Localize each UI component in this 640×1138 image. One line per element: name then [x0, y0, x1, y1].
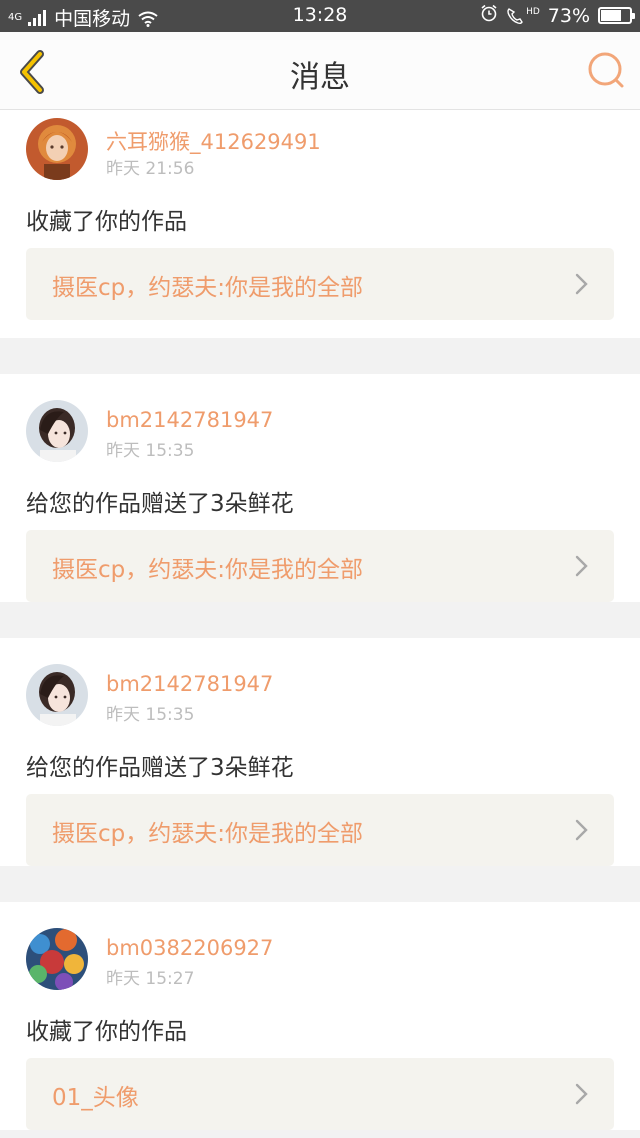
action-text: 给您的作品赠送了3朵鲜花	[26, 491, 294, 517]
chevron-right-icon	[574, 1082, 590, 1106]
work-title: 摄医cp，约瑟夫:你是我的全部	[52, 821, 363, 847]
message-card: bm2142781947 昨天 15:35 给您的作品赠送了3朵鲜花 摄医cp，…	[0, 374, 640, 602]
chevron-right-icon	[574, 272, 590, 296]
message-card: bm2142781947 昨天 15:35 给您的作品赠送了3朵鲜花 摄医cp，…	[0, 638, 640, 866]
avatar[interactable]	[26, 400, 88, 462]
avatar[interactable]	[26, 928, 88, 990]
timestamp: 昨天 15:27	[106, 969, 195, 989]
timestamp: 昨天 21:56	[106, 159, 195, 179]
chevron-right-icon	[574, 818, 590, 842]
status-right: HD 73%	[480, 4, 635, 27]
action-text: 给您的作品赠送了3朵鲜花	[26, 755, 294, 781]
timestamp: 昨天 15:35	[106, 441, 195, 461]
work-title: 01_头像	[52, 1085, 139, 1111]
chevron-right-icon	[574, 554, 590, 578]
avatar[interactable]	[26, 118, 88, 180]
work-link[interactable]: 摄医cp，约瑟夫:你是我的全部	[26, 248, 614, 320]
work-link[interactable]: 01_头像	[26, 1058, 614, 1130]
battery-percent: 73%	[547, 4, 590, 27]
search-button[interactable]	[586, 50, 626, 90]
message-card: 六耳猕猴_412629491 昨天 21:56 收藏了你的作品 摄医cp，约瑟夫…	[0, 110, 640, 338]
action-text: 收藏了你的作品	[26, 209, 187, 235]
status-bar: 4G 中国移动 13:28 HD 73%	[0, 0, 640, 32]
username[interactable]: bm2142781947	[106, 672, 273, 696]
action-text: 收藏了你的作品	[26, 1019, 187, 1045]
alarm-icon	[480, 4, 498, 27]
nav-header: 消息	[0, 32, 640, 110]
timestamp: 昨天 15:35	[106, 705, 195, 725]
search-icon	[586, 52, 626, 94]
work-title: 摄医cp，约瑟夫:你是我的全部	[52, 275, 363, 301]
work-link[interactable]: 摄医cp，约瑟夫:你是我的全部	[26, 794, 614, 866]
hd-label: HD	[526, 6, 540, 17]
work-link[interactable]: 摄医cp，约瑟夫:你是我的全部	[26, 530, 614, 602]
work-title: 摄医cp，约瑟夫:你是我的全部	[52, 557, 363, 583]
hd-call-icon: HD	[506, 7, 540, 25]
battery-icon	[598, 7, 635, 24]
avatar[interactable]	[26, 664, 88, 726]
message-list[interactable]: 六耳猕猴_412629491 昨天 21:56 收藏了你的作品 摄医cp，约瑟夫…	[0, 110, 640, 1130]
username[interactable]: bm0382206927	[106, 936, 273, 960]
username[interactable]: bm2142781947	[106, 408, 273, 432]
message-card: bm0382206927 昨天 15:27 收藏了你的作品 01_头像	[0, 902, 640, 1130]
battery-fill	[601, 10, 622, 21]
username[interactable]: 六耳猕猴_412629491	[106, 126, 321, 156]
page-title: 消息	[290, 60, 350, 95]
